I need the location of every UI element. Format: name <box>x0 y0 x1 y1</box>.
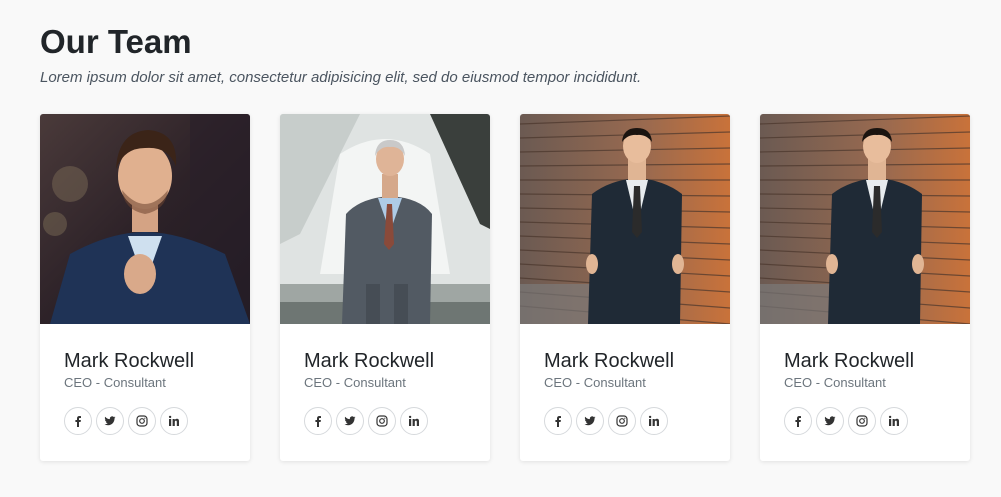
social-links <box>64 407 188 435</box>
twitter-link[interactable] <box>96 407 124 435</box>
twitter-icon <box>104 416 116 426</box>
linkedin-icon <box>408 415 419 426</box>
linkedin-link[interactable] <box>880 407 908 435</box>
twitter-icon <box>824 416 836 426</box>
social-links <box>304 407 428 435</box>
linkedin-icon <box>648 415 659 426</box>
team-member-name: Mark Rockwell <box>304 350 435 372</box>
facebook-link[interactable] <box>64 407 92 435</box>
facebook-link[interactable] <box>544 407 572 435</box>
team-cards: Mark Rockwell CEO - Consultant Mark Rock… <box>40 114 970 461</box>
social-links <box>784 407 908 435</box>
twitter-icon <box>344 416 356 426</box>
team-member-role: CEO - Consultant <box>64 375 166 390</box>
page-subtitle: Lorem ipsum dolor sit amet, consectetur … <box>40 69 642 86</box>
instagram-link[interactable] <box>848 407 876 435</box>
twitter-link[interactable] <box>576 407 604 435</box>
team-member-role: CEO - Consultant <box>784 375 886 390</box>
team-section: Our Team Lorem ipsum dolor sit amet, con… <box>0 0 1001 497</box>
team-member-photo <box>280 114 490 324</box>
team-member-name: Mark Rockwell <box>64 350 195 372</box>
social-links <box>544 407 668 435</box>
facebook-link[interactable] <box>784 407 812 435</box>
linkedin-link[interactable] <box>400 407 428 435</box>
linkedin-icon <box>888 415 899 426</box>
team-member-photo <box>40 114 250 324</box>
team-member-name: Mark Rockwell <box>784 350 915 372</box>
team-member-photo <box>760 114 970 324</box>
facebook-icon <box>75 416 81 427</box>
instagram-icon <box>376 415 388 427</box>
facebook-icon <box>555 416 561 427</box>
team-member-role: CEO - Consultant <box>304 375 406 390</box>
facebook-link[interactable] <box>304 407 332 435</box>
instagram-icon <box>856 415 868 427</box>
linkedin-icon <box>168 415 179 426</box>
instagram-link[interactable] <box>368 407 396 435</box>
team-card: Mark Rockwell CEO - Consultant <box>40 114 250 461</box>
twitter-icon <box>584 416 596 426</box>
team-card: Mark Rockwell CEO - Consultant <box>760 114 970 461</box>
instagram-link[interactable] <box>608 407 636 435</box>
instagram-link[interactable] <box>128 407 156 435</box>
facebook-icon <box>795 416 801 427</box>
twitter-link[interactable] <box>816 407 844 435</box>
linkedin-link[interactable] <box>160 407 188 435</box>
team-member-role: CEO - Consultant <box>544 375 646 390</box>
linkedin-link[interactable] <box>640 407 668 435</box>
team-card: Mark Rockwell CEO - Consultant <box>520 114 730 461</box>
page-title: Our Team <box>40 23 192 60</box>
facebook-icon <box>315 416 321 427</box>
instagram-icon <box>136 415 148 427</box>
twitter-link[interactable] <box>336 407 364 435</box>
team-card: Mark Rockwell CEO - Consultant <box>280 114 490 461</box>
team-member-photo <box>520 114 730 324</box>
instagram-icon <box>616 415 628 427</box>
team-member-name: Mark Rockwell <box>544 350 675 372</box>
